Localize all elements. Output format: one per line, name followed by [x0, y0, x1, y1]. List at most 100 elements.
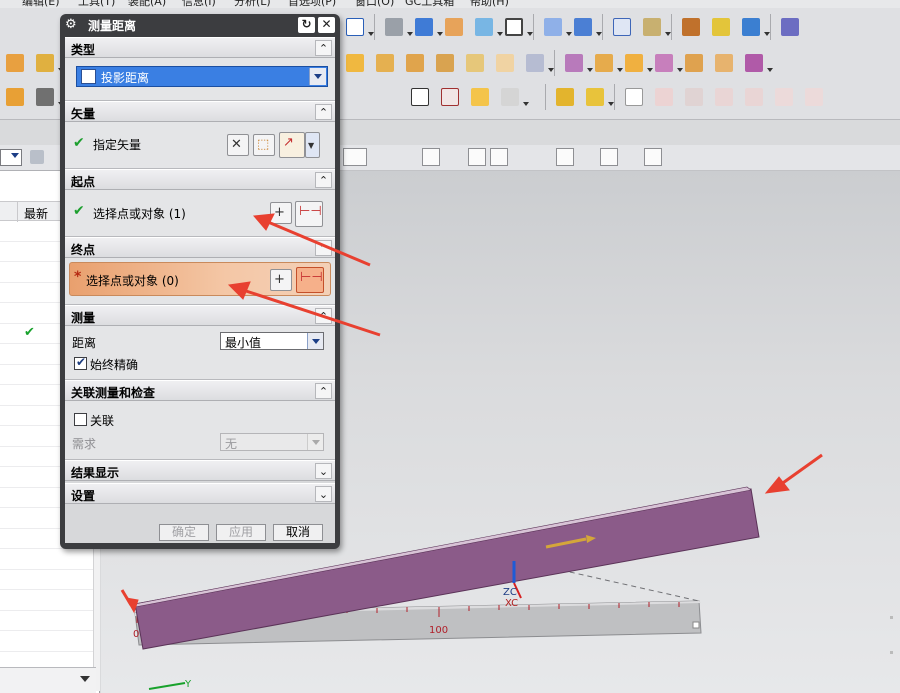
- reverse-direction-button[interactable]: ✕: [227, 134, 249, 156]
- distance-select[interactable]: 最小值: [220, 332, 324, 350]
- line-button[interactable]: [651, 84, 677, 110]
- collapse-icon[interactable]: ⌃: [315, 240, 332, 256]
- move-object-button[interactable]: [678, 14, 704, 40]
- edit-section-button[interactable]: [471, 14, 503, 40]
- pattern-button[interactable]: [591, 50, 623, 76]
- list-item[interactable]: [0, 590, 100, 611]
- angle-line-button[interactable]: [681, 84, 707, 110]
- inferred-vector-button[interactable]: ↗: [279, 132, 305, 158]
- menu-assembly[interactable]: 装配(A): [128, 0, 166, 8]
- table-button[interactable]: [437, 84, 463, 110]
- multi-shape-button[interactable]: [497, 84, 529, 110]
- chevron-down-icon[interactable]: [309, 68, 326, 85]
- dialog-titlebar[interactable]: ⚙ 测量距离 ↻ ✕: [60, 14, 340, 36]
- background-button[interactable]: [501, 14, 533, 40]
- cancel-button[interactable]: 取消: [273, 524, 323, 541]
- start-select-label[interactable]: 选择点或对象 (1): [93, 205, 186, 222]
- snap-grid-icon[interactable]: [444, 148, 462, 166]
- gear-icon[interactable]: ⚙: [65, 18, 79, 32]
- menu-analysis[interactable]: 分析(L): [234, 0, 271, 8]
- snap-settings-icon[interactable]: [375, 148, 393, 166]
- triangle-button[interactable]: [407, 84, 433, 110]
- collapse-icon[interactable]: ⌃: [315, 308, 332, 324]
- offset-button[interactable]: [651, 50, 683, 76]
- section-vector-header[interactable]: 矢量 ⌃: [65, 101, 335, 122]
- menu-edit[interactable]: 编辑(E): [22, 0, 60, 8]
- grid-toggle-icon[interactable]: [674, 148, 692, 166]
- reset-icon[interactable]: ↻: [298, 17, 315, 33]
- point-constructor-button[interactable]: [777, 14, 803, 40]
- ok-button[interactable]: 确定: [159, 524, 209, 541]
- snap-face-icon[interactable]: [622, 148, 640, 166]
- cone-button[interactable]: [402, 50, 428, 76]
- menu-info[interactable]: 信息(I): [182, 0, 216, 8]
- section-type-header[interactable]: 类型 ⌃: [65, 37, 335, 58]
- point-dialog-button[interactable]: +: [270, 202, 292, 224]
- wcs-button[interactable]: [540, 14, 572, 40]
- snap-midpoint-icon[interactable]: [468, 148, 486, 166]
- collapse-icon[interactable]: ⌃: [315, 172, 332, 188]
- block-button[interactable]: [342, 50, 368, 76]
- menu-window[interactable]: 窗口(O): [355, 0, 394, 8]
- section-assoc-header[interactable]: 关联测量和检查 ⌃: [65, 380, 335, 401]
- close-icon[interactable]: ✕: [318, 17, 335, 33]
- feature-op-button[interactable]: [32, 50, 64, 76]
- tools-button[interactable]: [708, 14, 734, 40]
- sketch-button[interactable]: [2, 84, 28, 110]
- delete-face-button[interactable]: [741, 50, 773, 76]
- shaded-cube-button[interactable]: [411, 14, 443, 40]
- menu-help[interactable]: 帮助(H): [470, 0, 509, 8]
- menu-gc-toolbox[interactable]: GC工具箱: [405, 0, 454, 8]
- snap-line-icon[interactable]: [490, 148, 508, 166]
- associate-checkbox[interactable]: [74, 413, 87, 426]
- grid-point-button[interactable]: [467, 84, 493, 110]
- navigator-filter-combo[interactable]: [0, 149, 22, 166]
- component-button[interactable]: [582, 84, 614, 110]
- collapse-icon[interactable]: ⌃: [315, 40, 332, 56]
- assembly-button[interactable]: [552, 84, 578, 110]
- list-item[interactable]: [0, 611, 100, 631]
- circle-button[interactable]: [771, 84, 797, 110]
- snap-curve-icon[interactable]: [512, 148, 530, 166]
- list-item[interactable]: [0, 631, 100, 652]
- shell-button[interactable]: [522, 50, 554, 76]
- trim-body-button[interactable]: [711, 50, 737, 76]
- collapse-icon[interactable]: ⌃: [315, 104, 332, 120]
- point-dialog-button[interactable]: +: [270, 269, 292, 291]
- arc-button[interactable]: [801, 84, 827, 110]
- chevron-down-icon[interactable]: [307, 333, 323, 349]
- cylinder-button[interactable]: [372, 50, 398, 76]
- expand-icon[interactable]: ⌄: [315, 486, 332, 502]
- navigator-option-icon[interactable]: [30, 150, 44, 164]
- text-button[interactable]: [32, 84, 64, 110]
- parallel-line-button[interactable]: [711, 84, 737, 110]
- requirement-select[interactable]: 无: [220, 433, 324, 451]
- section-measure-header[interactable]: 测量 ⌃: [65, 305, 335, 326]
- vector-options-dropdown[interactable]: ▼: [305, 132, 320, 158]
- menu-tools[interactable]: 工具(T): [78, 0, 115, 8]
- always-exact-checkbox[interactable]: [74, 355, 87, 370]
- start-measure-mode-button[interactable]: ⊢⊣: [295, 201, 323, 227]
- vector-constructor-button[interactable]: ⬚: [253, 134, 275, 156]
- apply-button[interactable]: 应用: [216, 524, 266, 541]
- chamfer-button[interactable]: [462, 50, 488, 76]
- replace-face-button[interactable]: [681, 50, 707, 76]
- chain-button[interactable]: [621, 84, 647, 110]
- end-select-row[interactable]: * 选择点或对象 (0) + ⊢⊣: [69, 262, 331, 296]
- section-settings-header[interactable]: 设置 ⌄: [65, 483, 335, 504]
- expand-icon[interactable]: ⌄: [315, 463, 332, 479]
- snap-intersection-icon[interactable]: [600, 148, 618, 166]
- sphere-button[interactable]: [432, 50, 458, 76]
- snap-tangent-icon[interactable]: [534, 148, 552, 166]
- snap-quadrant-icon[interactable]: [578, 148, 596, 166]
- draft-button[interactable]: [492, 50, 518, 76]
- synchronous-button[interactable]: [561, 50, 593, 76]
- section-view-button[interactable]: [441, 14, 467, 40]
- type-select[interactable]: 投影距离: [76, 66, 328, 87]
- mirror-button[interactable]: [621, 50, 653, 76]
- fit-view-button[interactable]: [342, 14, 374, 40]
- chevron-down-icon[interactable]: [80, 676, 90, 682]
- extrude-button[interactable]: [2, 50, 28, 76]
- csys-button[interactable]: [639, 14, 671, 40]
- collapse-icon[interactable]: ⌃: [315, 383, 332, 399]
